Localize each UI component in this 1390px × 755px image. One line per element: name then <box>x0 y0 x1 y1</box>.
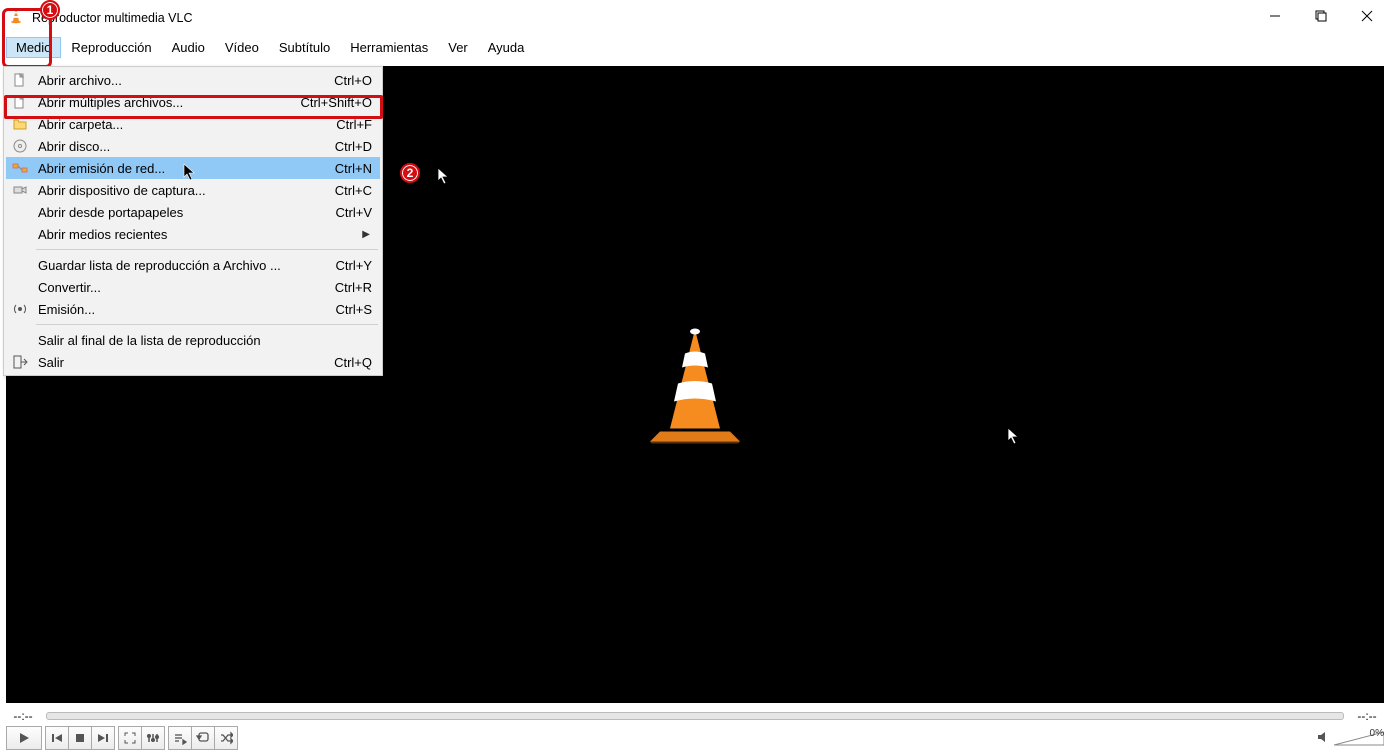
play-button[interactable] <box>6 726 42 750</box>
controls-toolbar: 0% <box>6 725 1384 751</box>
file-icon <box>12 94 28 110</box>
mute-icon[interactable] <box>1316 730 1330 747</box>
menu-item-shortcut: Ctrl+Q <box>334 355 372 370</box>
menu-video[interactable]: Vídeo <box>215 37 269 58</box>
menu-subtitulo[interactable]: Subtítulo <box>269 37 340 58</box>
menu-item-abrir-archivo[interactable]: Abrir archivo...Ctrl+O <box>6 69 380 91</box>
fullscreen-button[interactable] <box>118 726 142 750</box>
menu-item-label: Abrir disco... <box>38 139 335 154</box>
menu-item-abrir-m-ltiples-archivos[interactable]: Abrir múltiples archivos...Ctrl+Shift+O <box>6 91 380 113</box>
menu-reproduccion[interactable]: Reproducción <box>61 37 161 58</box>
playlist-button[interactable] <box>168 726 192 750</box>
minimize-button[interactable] <box>1252 0 1298 32</box>
seek-slider[interactable] <box>46 712 1344 720</box>
menu-item-shortcut: Ctrl+V <box>336 205 372 220</box>
stream-icon <box>12 301 28 317</box>
menu-item-label: Emisión... <box>38 302 336 317</box>
vlc-logo-icon <box>640 323 750 446</box>
volume-percent: 0% <box>1370 728 1384 739</box>
menu-item-label: Salir al final de la lista de reproducci… <box>38 333 372 348</box>
menu-item-convertir[interactable]: Convertir...Ctrl+R <box>6 276 380 298</box>
menu-item-shortcut: Ctrl+R <box>335 280 372 295</box>
menu-item-label: Guardar lista de reproducción a Archivo … <box>38 258 336 273</box>
annotation-number-2: 2 <box>400 163 420 183</box>
menu-ayuda[interactable]: Ayuda <box>478 37 535 58</box>
medio-dropdown-menu: Abrir archivo...Ctrl+OAbrir múltiples ar… <box>3 66 383 376</box>
time-total: --:-- <box>1350 709 1384 723</box>
menu-separator <box>36 249 378 250</box>
menu-item-shortcut: Ctrl+O <box>334 73 372 88</box>
menu-bar: Medio Reproducción Audio Vídeo Subtítulo… <box>0 35 1390 59</box>
menu-item-salir-al-final-de-la-lista-de-reproducci-n[interactable]: Salir al final de la lista de reproducci… <box>6 329 380 351</box>
menu-separator <box>36 324 378 325</box>
menu-herramientas[interactable]: Herramientas <box>340 37 438 58</box>
menu-item-label: Convertir... <box>38 280 335 295</box>
menu-item-shortcut: Ctrl+N <box>335 161 372 176</box>
menu-item-abrir-medios-recientes[interactable]: Abrir medios recientes▶ <box>6 223 380 245</box>
disc-icon <box>12 138 28 154</box>
menu-item-shortcut: Ctrl+D <box>335 139 372 154</box>
menu-item-label: Abrir múltiples archivos... <box>38 95 300 110</box>
next-button[interactable] <box>91 726 115 750</box>
seek-bar-row: --:-- --:-- <box>6 707 1384 725</box>
menu-item-abrir-carpeta[interactable]: Abrir carpeta...Ctrl+F <box>6 113 380 135</box>
menu-item-guardar-lista-de-reproducci-n-a-archivo[interactable]: Guardar lista de reproducción a Archivo … <box>6 254 380 276</box>
menu-item-abrir-disco[interactable]: Abrir disco...Ctrl+D <box>6 135 380 157</box>
menu-item-abrir-dispositivo-de-captura[interactable]: Abrir dispositivo de captura...Ctrl+C <box>6 179 380 201</box>
loop-button[interactable] <box>191 726 215 750</box>
previous-button[interactable] <box>45 726 69 750</box>
annotation-number-1: 1 <box>40 0 60 20</box>
menu-item-abrir-desde-portapapeles[interactable]: Abrir desde portapapelesCtrl+V <box>6 201 380 223</box>
title-bar: Reproductor multimedia VLC <box>0 0 1390 35</box>
exit-icon <box>12 354 28 370</box>
menu-item-emisi-n[interactable]: Emisión...Ctrl+S <box>6 298 380 320</box>
menu-item-label: Abrir emisión de red... <box>38 161 335 176</box>
menu-item-label: Salir <box>38 355 334 370</box>
menu-item-abrir-emisi-n-de-red[interactable]: Abrir emisión de red...Ctrl+N <box>6 157 380 179</box>
extended-settings-button[interactable] <box>141 726 165 750</box>
net-icon <box>12 160 28 176</box>
menu-item-label: Abrir carpeta... <box>38 117 336 132</box>
menu-item-label: Abrir archivo... <box>38 73 334 88</box>
time-elapsed: --:-- <box>6 709 40 723</box>
folder-icon <box>12 116 28 132</box>
menu-item-shortcut: Ctrl+F <box>336 117 372 132</box>
window-controls <box>1252 0 1390 32</box>
volume-slider[interactable]: 0% <box>1334 730 1384 746</box>
close-button[interactable] <box>1344 0 1390 32</box>
maximize-button[interactable] <box>1298 0 1344 32</box>
menu-ver[interactable]: Ver <box>438 37 478 58</box>
cam-icon <box>12 182 28 198</box>
vlc-cone-icon <box>8 8 24 24</box>
menu-item-label: Abrir dispositivo de captura... <box>38 183 335 198</box>
menu-item-shortcut: Ctrl+Y <box>336 258 372 273</box>
menu-medio[interactable]: Medio <box>6 37 61 58</box>
stop-button[interactable] <box>68 726 92 750</box>
menu-item-salir[interactable]: SalirCtrl+Q <box>6 351 380 373</box>
menu-item-label: Abrir desde portapapeles <box>38 205 336 220</box>
file-icon <box>12 72 28 88</box>
menu-item-shortcut: Ctrl+C <box>335 183 372 198</box>
chevron-right-icon: ▶ <box>362 229 370 240</box>
shuffle-button[interactable] <box>214 726 238 750</box>
menu-item-shortcut: Ctrl+S <box>336 302 372 317</box>
menu-item-shortcut: Ctrl+Shift+O <box>300 95 372 110</box>
menu-item-label: Abrir medios recientes <box>38 227 372 242</box>
menu-audio[interactable]: Audio <box>162 37 215 58</box>
